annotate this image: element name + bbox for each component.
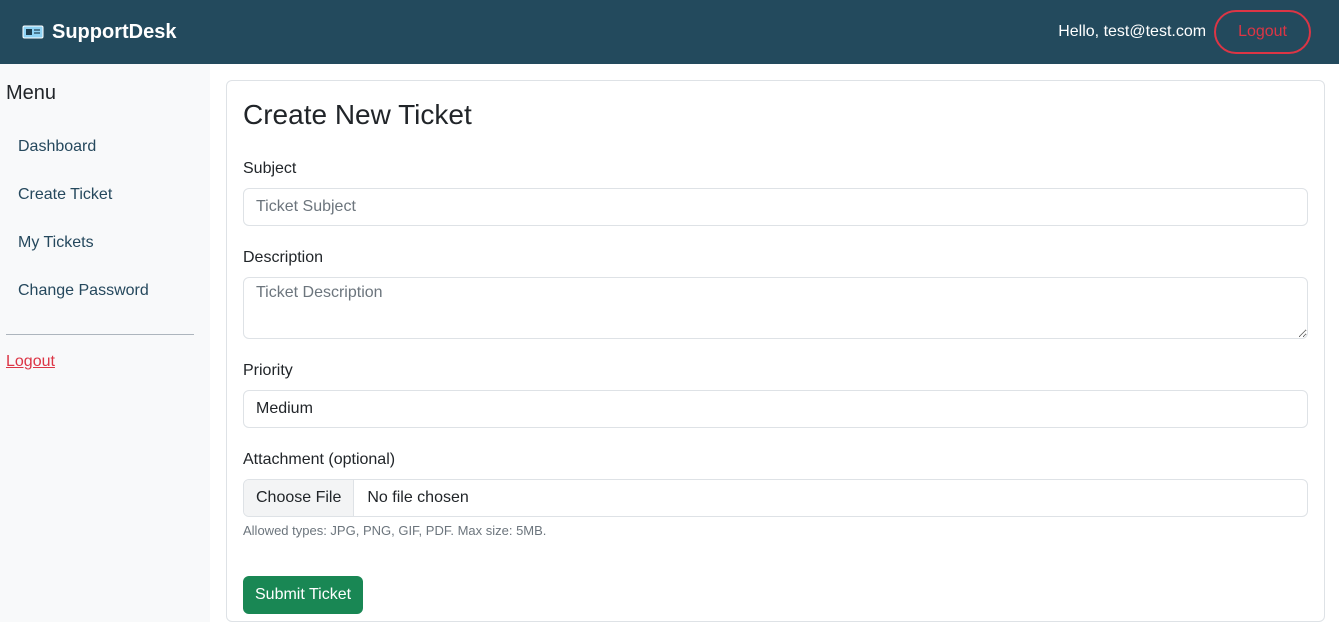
nav-user-area: Hello, test@test.com Logout — [1058, 10, 1311, 54]
priority-label: Priority — [243, 362, 293, 379]
sidebar-logout-link[interactable]: Logout — [6, 353, 55, 370]
sidebar-item-my-tickets[interactable]: My Tickets — [6, 219, 204, 267]
attachment-label: Attachment (optional) — [243, 451, 396, 468]
submit-ticket-button[interactable]: Submit Ticket — [243, 576, 364, 614]
description-textarea[interactable] — [243, 277, 1308, 339]
file-status-text: No file chosen — [367, 489, 469, 506]
description-label: Description — [243, 249, 324, 266]
create-ticket-card: Create New Ticket Subject Description Pr… — [226, 80, 1325, 622]
top-navbar: SupportDesk Hello, test@test.com Logout — [0, 0, 1339, 64]
sidebar-divider — [6, 334, 194, 335]
sidebar-item-change-password[interactable]: Change Password — [6, 267, 204, 315]
header-logout-button[interactable]: Logout — [1214, 10, 1311, 54]
subject-label: Subject — [243, 160, 297, 177]
choose-file-button[interactable]: Choose File — [244, 480, 355, 516]
attachment-file-input[interactable]: Choose File No file chosen — [243, 479, 1308, 517]
subject-input[interactable] — [243, 188, 1308, 226]
description-group: Description — [243, 248, 1308, 339]
attachment-help-text: Allowed types: JPG, PNG, GIF, PDF. Max s… — [243, 523, 547, 538]
sidebar-title: Menu — [6, 82, 57, 104]
priority-select[interactable] — [243, 390, 1308, 428]
sidebar-item-dashboard[interactable]: Dashboard — [6, 123, 204, 171]
sidebar: Menu Dashboard Create Ticket My Tickets … — [0, 64, 210, 622]
user-greeting: Hello, test@test.com — [1058, 23, 1207, 40]
brand[interactable]: SupportDesk — [22, 21, 176, 44]
sidebar-item-create-ticket[interactable]: Create Ticket — [6, 171, 204, 219]
priority-group: Priority — [243, 361, 1308, 428]
brand-name: SupportDesk — [52, 20, 177, 43]
subject-group: Subject — [243, 159, 1308, 226]
attachment-group: Attachment (optional) Choose File No fil… — [243, 450, 1308, 538]
page-title: Create New Ticket — [243, 99, 472, 130]
ticket-icon — [22, 25, 44, 39]
